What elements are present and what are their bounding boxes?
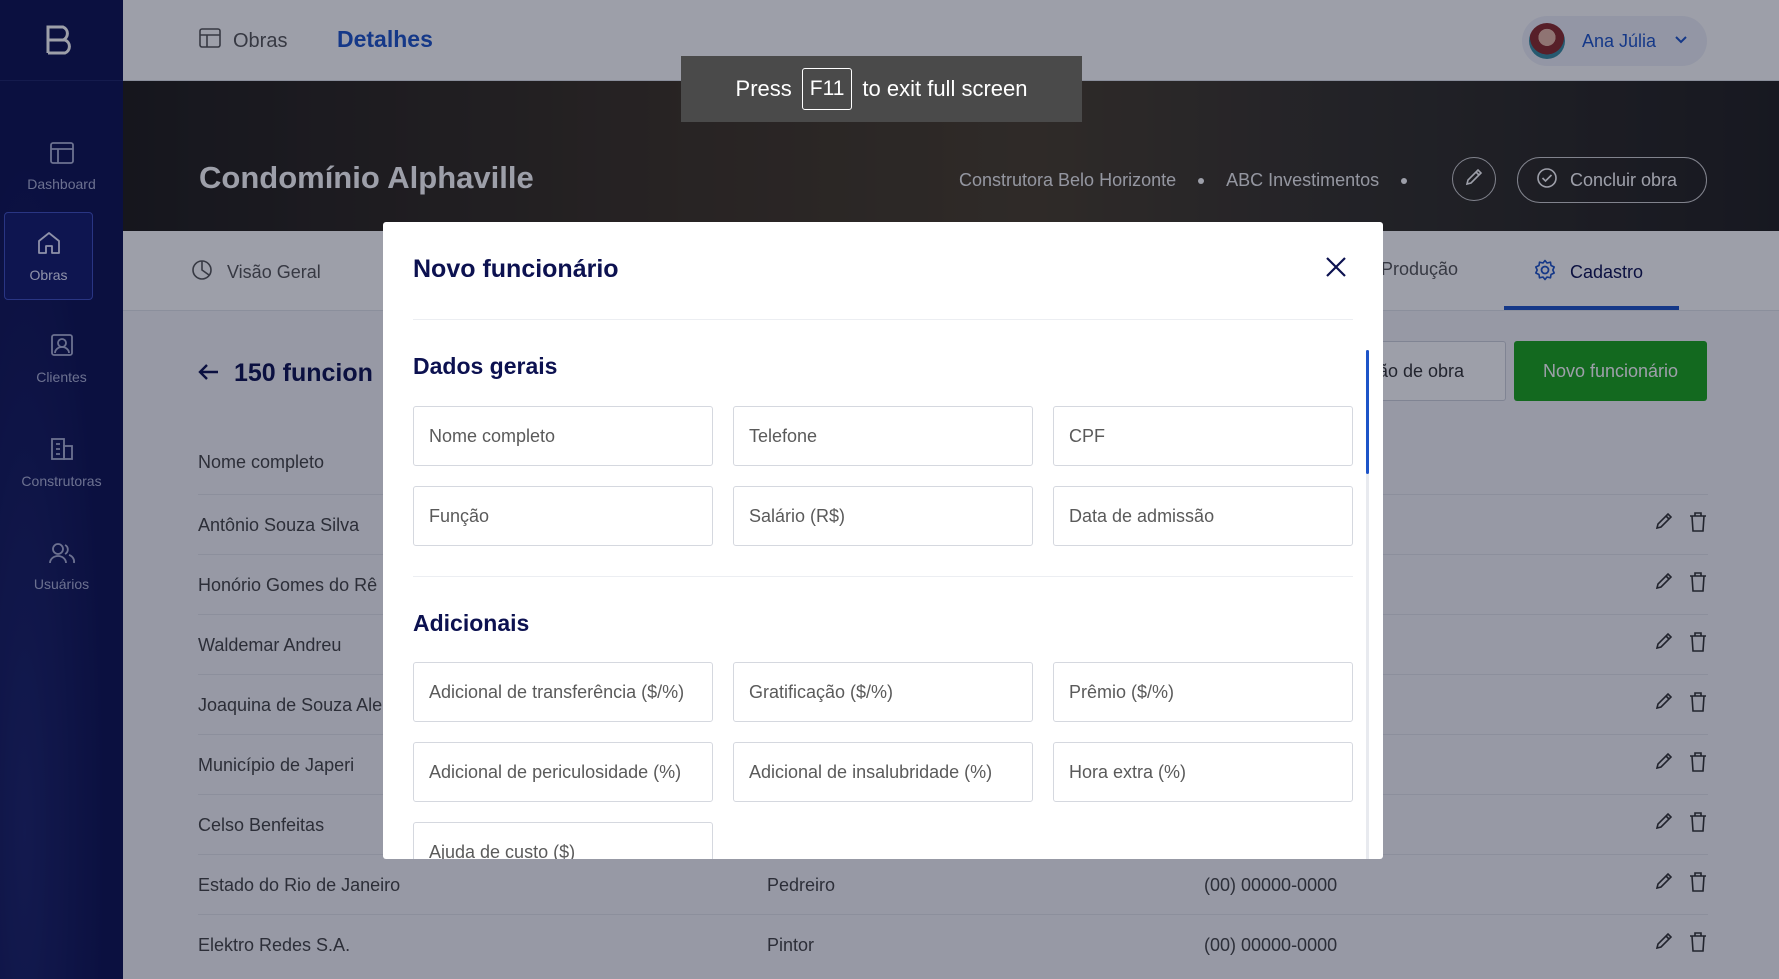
cost-allowance-field[interactable] xyxy=(413,822,713,859)
modal-title: Novo funcionário xyxy=(413,255,619,283)
salary-field[interactable] xyxy=(733,486,1033,546)
unhealthy-pay-field[interactable] xyxy=(733,742,1033,802)
divider xyxy=(413,576,1353,577)
award-field[interactable] xyxy=(1053,662,1353,722)
overtime-field[interactable] xyxy=(1053,742,1353,802)
transfer-bonus-field[interactable] xyxy=(413,662,713,722)
modal-scrollbar-thumb[interactable] xyxy=(1366,350,1369,474)
admission-date-field[interactable] xyxy=(1053,486,1353,546)
section-additional-title: Adicionais xyxy=(413,610,530,636)
gratification-field[interactable] xyxy=(733,662,1033,722)
close-icon[interactable] xyxy=(1324,255,1348,279)
role-field[interactable] xyxy=(413,486,713,546)
fullscreen-toast: Press F11 to exit full screen xyxy=(681,56,1082,122)
new-employee-modal: Novo funcionário Dados gerais Adicionais xyxy=(383,222,1383,859)
full-name-field[interactable] xyxy=(413,406,713,466)
toast-key: F11 xyxy=(801,68,853,110)
divider xyxy=(413,319,1353,320)
hazard-pay-field[interactable] xyxy=(413,742,713,802)
toast-press: Press xyxy=(735,76,792,101)
section-general-title: Dados gerais xyxy=(413,353,558,379)
phone-field[interactable] xyxy=(733,406,1033,466)
cpf-field[interactable] xyxy=(1053,406,1353,466)
toast-rest: to exit full screen xyxy=(862,76,1028,101)
